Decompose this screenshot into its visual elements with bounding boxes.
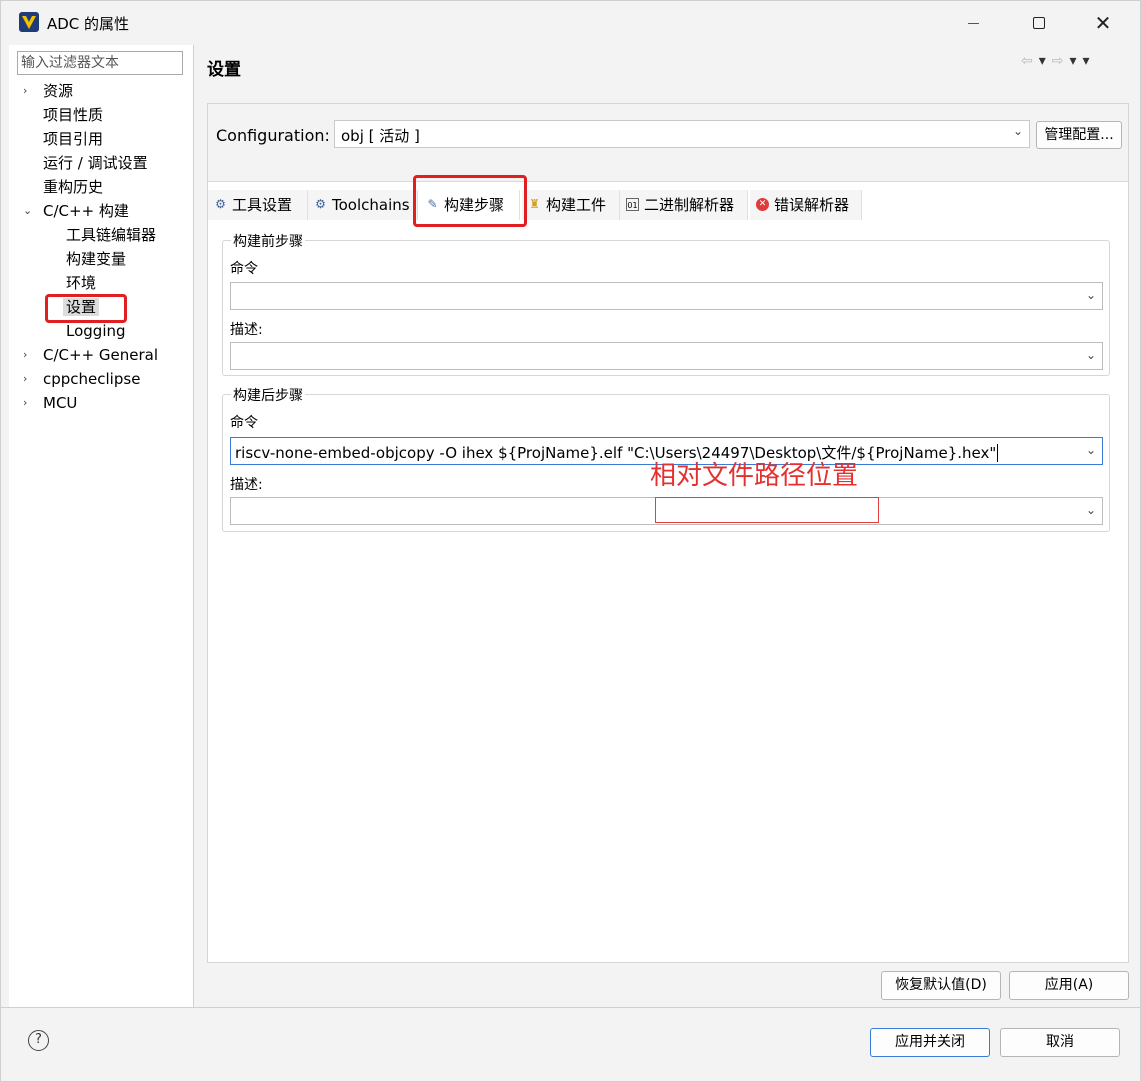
post-build-command-label: 命令 bbox=[230, 415, 258, 431]
tab-binary-parser[interactable]: 01 二进制解析器 bbox=[620, 190, 748, 220]
view-menu-icon[interactable]: ▾ bbox=[1083, 53, 1096, 69]
maximize-button[interactable] bbox=[1007, 1, 1071, 45]
pre-build-description-input[interactable]: ⌄ bbox=[230, 342, 1103, 370]
window-title: ADC 的属性 bbox=[47, 15, 130, 33]
maximize-icon bbox=[1033, 17, 1045, 29]
back-menu-icon[interactable]: ▾ bbox=[1039, 53, 1052, 69]
chevron-down-icon[interactable]: ⌄ bbox=[1086, 348, 1096, 362]
help-icon[interactable]: ? bbox=[28, 1030, 49, 1051]
build-artifact-icon: ♜ bbox=[529, 197, 540, 211]
tab-label: 二进制解析器 bbox=[644, 196, 735, 214]
chevron-right-icon[interactable]: › bbox=[23, 343, 35, 367]
pre-build-description-label: 描述: bbox=[230, 322, 263, 338]
highlight-box-build-steps-tab bbox=[413, 175, 527, 227]
chevron-down-icon[interactable]: ⌄ bbox=[1086, 288, 1096, 302]
apply-button[interactable]: 应用(A) bbox=[1009, 971, 1129, 1000]
tree-item-label: C/C++ 构建 bbox=[43, 202, 129, 220]
back-icon[interactable]: ⇦ bbox=[1021, 53, 1039, 69]
forward-menu-icon[interactable]: ▾ bbox=[1070, 53, 1083, 69]
path-highlight-box bbox=[655, 497, 879, 523]
tab-build-artifact[interactable]: ♜ 构建工件 bbox=[522, 190, 620, 220]
binary-parser-icon: 01 bbox=[626, 198, 639, 211]
page-title: 设置 bbox=[207, 60, 241, 80]
error-parser-icon: ✕ bbox=[756, 198, 769, 211]
right-panel: 设置 ⇦▾⇨▾▾ Configuration: obj [ 活动 ] ⌄ 管理配… bbox=[195, 45, 1140, 1007]
properties-dialog: ADC 的属性 ✕ › 资源 项目性质 项目引用 运行 / 调试设置 重构历史 … bbox=[0, 0, 1141, 1082]
post-build-description-label: 描述: bbox=[230, 477, 263, 493]
apply-and-close-button[interactable]: 应用并关闭 bbox=[870, 1028, 990, 1057]
settings-tabs: ⚙ 工具设置 ⚙ Toolchains ✎ 构建步骤 ♜ 构建工件 01 二进制… bbox=[208, 190, 1128, 220]
configuration-value: obj [ 活动 ] bbox=[341, 127, 420, 145]
manage-configurations-button[interactable]: 管理配置... bbox=[1036, 121, 1122, 149]
configuration-label: Configuration: bbox=[216, 126, 330, 145]
chevron-down-icon[interactable]: ⌄ bbox=[1086, 443, 1096, 457]
annotation-text: 相对文件路径位置 bbox=[650, 461, 859, 491]
cancel-button[interactable]: 取消 bbox=[1000, 1028, 1120, 1057]
pre-build-title: 构建前步骤 bbox=[231, 231, 305, 251]
tree-item-project-references[interactable]: 项目引用 bbox=[43, 127, 103, 151]
tree-item-environment[interactable]: 环境 bbox=[66, 271, 96, 295]
chevron-right-icon[interactable]: › bbox=[23, 391, 35, 415]
tab-label: Toolchains bbox=[332, 196, 410, 214]
pre-build-group: 构建前步骤 命令 ⌄ 描述: ⌄ bbox=[222, 231, 1110, 376]
tree-item-label: cppcheclipse bbox=[43, 370, 141, 388]
settings-content: Configuration: obj [ 活动 ] ⌄ 管理配置... ⚙ 工具… bbox=[207, 103, 1129, 963]
tab-label: 构建工件 bbox=[546, 196, 607, 214]
chevron-right-icon[interactable]: › bbox=[23, 79, 35, 103]
chevron-right-icon[interactable]: › bbox=[23, 367, 35, 391]
tree-item-label: 资源 bbox=[43, 82, 74, 100]
tab-label: 工具设置 bbox=[232, 196, 293, 214]
restore-defaults-button[interactable]: 恢复默认值(D) bbox=[881, 971, 1001, 1000]
tree-item-refactor-history[interactable]: 重构历史 bbox=[43, 175, 103, 199]
chevron-down-icon: ⌄ bbox=[1012, 124, 1023, 138]
tree-item-label: MCU bbox=[43, 394, 78, 412]
tab-tool-settings[interactable]: ⚙ 工具设置 bbox=[208, 190, 308, 220]
left-panel: › 资源 项目性质 项目引用 运行 / 调试设置 重构历史 ⌄ C/C++ 构建… bbox=[9, 45, 194, 1007]
chevron-down-icon[interactable]: ⌄ bbox=[1086, 503, 1096, 517]
tree-item-run-debug[interactable]: 运行 / 调试设置 bbox=[43, 151, 148, 175]
highlight-box-settings bbox=[45, 294, 127, 323]
chevron-down-icon[interactable]: ⌄ bbox=[23, 199, 35, 223]
title-bar: ADC 的属性 ✕ bbox=[1, 1, 1140, 45]
tree-item-toolchain-editor[interactable]: 工具链编辑器 bbox=[66, 223, 156, 247]
post-build-title: 构建后步骤 bbox=[231, 385, 305, 405]
close-button[interactable]: ✕ bbox=[1071, 1, 1135, 45]
tree-item-build-variables[interactable]: 构建变量 bbox=[66, 247, 126, 271]
tool-settings-icon: ⚙ bbox=[215, 197, 226, 211]
filter-input[interactable] bbox=[17, 51, 183, 75]
tree-item-label: C/C++ General bbox=[43, 346, 159, 364]
minimize-button[interactable] bbox=[941, 1, 1005, 45]
configuration-select[interactable]: obj [ 活动 ] ⌄ bbox=[334, 120, 1030, 148]
text-cursor bbox=[997, 444, 999, 462]
pre-build-command-input[interactable]: ⌄ bbox=[230, 282, 1103, 310]
forward-icon[interactable]: ⇨ bbox=[1052, 53, 1070, 69]
tab-error-parser[interactable]: ✕ 错误解析器 bbox=[750, 190, 862, 220]
pre-build-command-label: 命令 bbox=[230, 261, 258, 277]
minimize-icon bbox=[967, 22, 979, 24]
close-icon: ✕ bbox=[1094, 11, 1112, 35]
post-build-command-value: riscv-none-embed-objcopy -O ihex ${ProjN… bbox=[235, 444, 997, 462]
tab-label: 错误解析器 bbox=[774, 196, 850, 214]
configuration-area: Configuration: obj [ 活动 ] ⌄ 管理配置... bbox=[208, 104, 1128, 182]
tree-item-project-nature[interactable]: 项目性质 bbox=[43, 103, 103, 127]
tab-toolchains[interactable]: ⚙ Toolchains bbox=[308, 190, 418, 220]
toolchains-icon: ⚙ bbox=[315, 197, 326, 211]
dialog-footer: ? 应用并关闭 取消 bbox=[1, 1007, 1140, 1081]
nav-arrows: ⇦▾⇨▾▾ bbox=[1021, 53, 1096, 69]
app-icon bbox=[19, 12, 39, 32]
